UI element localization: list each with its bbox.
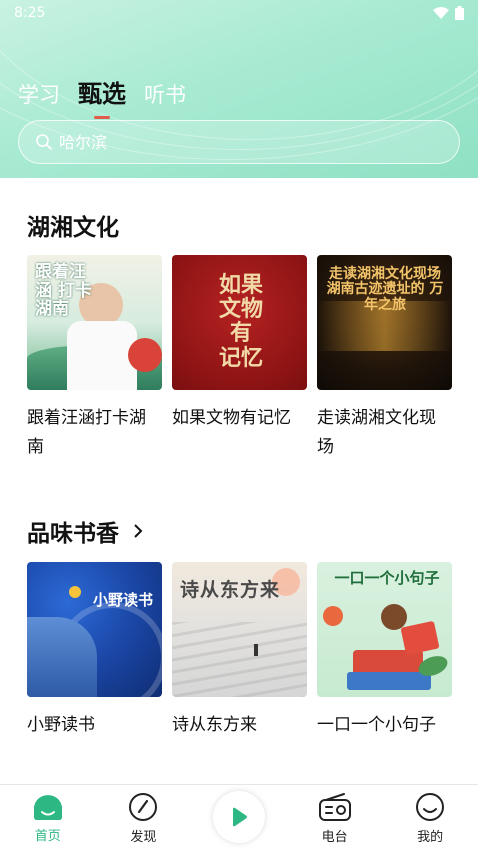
nav-label: 首页 bbox=[34, 828, 61, 844]
status-icons bbox=[433, 6, 464, 20]
cover-title: 跟着汪涵 打卡湖南 bbox=[35, 262, 92, 320]
cover-image: 走读湖湘文化现场 湖南古迹遗址的 万年之旅 bbox=[317, 255, 452, 390]
home-icon bbox=[33, 794, 62, 820]
cover-title: 一口一个小句子 bbox=[334, 569, 440, 587]
smile-icon bbox=[416, 792, 445, 821]
nav-label: 我的 bbox=[417, 829, 444, 845]
search-bar[interactable] bbox=[18, 120, 460, 164]
card-hunan-site[interactable]: 走读湖湘文化现场 湖南古迹遗址的 万年之旅 走读湖湘文化现场 bbox=[317, 255, 452, 462]
nav-label: 发现 bbox=[130, 829, 157, 845]
tab-study[interactable]: 学习 bbox=[18, 79, 60, 109]
card-xiaoye[interactable]: 小野读书 小野读书 bbox=[27, 562, 162, 740]
card-poetry-east[interactable]: 诗从东方来 诗从东方来 bbox=[172, 562, 307, 740]
wifi-icon bbox=[433, 7, 449, 19]
nav-discover[interactable]: 发现 bbox=[103, 792, 183, 845]
nav-home[interactable]: 首页 bbox=[8, 793, 88, 844]
cover-image: 一口一个小句子 bbox=[317, 562, 452, 697]
bottom-nav: 首页 发现 电台 我的 bbox=[0, 784, 478, 851]
cover-title: 走读湖湘文化现场 湖南古迹遗址的 万年之旅 bbox=[326, 266, 444, 313]
section-title-book-taste[interactable]: 品味书香 bbox=[27, 514, 143, 548]
search-icon bbox=[36, 134, 52, 150]
cover-image: 如果 文物 有 记忆 bbox=[172, 255, 307, 390]
search-input[interactable] bbox=[59, 132, 419, 152]
radio-icon bbox=[318, 792, 351, 821]
header: 8:25 学习 甄选 听书 bbox=[0, 0, 478, 178]
section-title-text: 湖湘文化 bbox=[27, 215, 119, 241]
chevron-right-icon bbox=[134, 524, 143, 538]
card-sentences[interactable]: 一口一个小句子 一口一个小句子 bbox=[317, 562, 452, 740]
section-title-hunan-culture: 湖湘文化 bbox=[27, 208, 119, 242]
cover-title: 小野读书 bbox=[93, 591, 154, 609]
nav-play[interactable] bbox=[199, 791, 279, 843]
battery-icon bbox=[455, 6, 464, 20]
cover-image: 跟着汪涵 打卡湖南 bbox=[27, 255, 162, 390]
cover-title: 如果 文物 有 记忆 bbox=[218, 272, 263, 371]
status-time: 8:25 bbox=[14, 5, 46, 21]
nav-label: 电台 bbox=[321, 829, 348, 845]
card-label: 诗从东方来 bbox=[172, 715, 257, 735]
tab-audiobook[interactable]: 听书 bbox=[144, 79, 186, 109]
section-title-text: 品味书香 bbox=[27, 521, 119, 547]
card-relics-memory[interactable]: 如果 文物 有 记忆 如果文物有记忆 bbox=[172, 255, 307, 433]
play-button[interactable] bbox=[212, 791, 265, 843]
compass-icon bbox=[129, 792, 158, 821]
play-icon bbox=[232, 807, 247, 827]
tab-featured[interactable]: 甄选 bbox=[78, 74, 126, 109]
card-label: 如果文物有记忆 bbox=[172, 408, 291, 428]
status-bar: 8:25 bbox=[0, 0, 478, 26]
card-label: 走读湖湘文化现场 bbox=[317, 408, 436, 457]
card-label: 小野读书 bbox=[27, 715, 95, 735]
cover-image: 诗从东方来 bbox=[172, 562, 307, 697]
card-label: 跟着汪涵打卡湖南 bbox=[27, 408, 146, 457]
card-wang-han[interactable]: 跟着汪涵 打卡湖南 跟着汪涵打卡湖南 bbox=[27, 255, 162, 462]
main-content: 湖湘文化 跟着汪涵 打卡湖南 跟着汪涵打卡湖南 如果 文物 有 记忆 如果文物有… bbox=[0, 178, 478, 784]
cover-image: 小野读书 bbox=[27, 562, 162, 697]
cover-title: 诗从东方来 bbox=[180, 579, 281, 601]
card-label: 一口一个小句子 bbox=[317, 715, 436, 735]
nav-profile[interactable]: 我的 bbox=[390, 792, 470, 845]
nav-radio[interactable]: 电台 bbox=[295, 792, 375, 845]
top-tabs: 学习 甄选 听书 bbox=[18, 74, 186, 109]
